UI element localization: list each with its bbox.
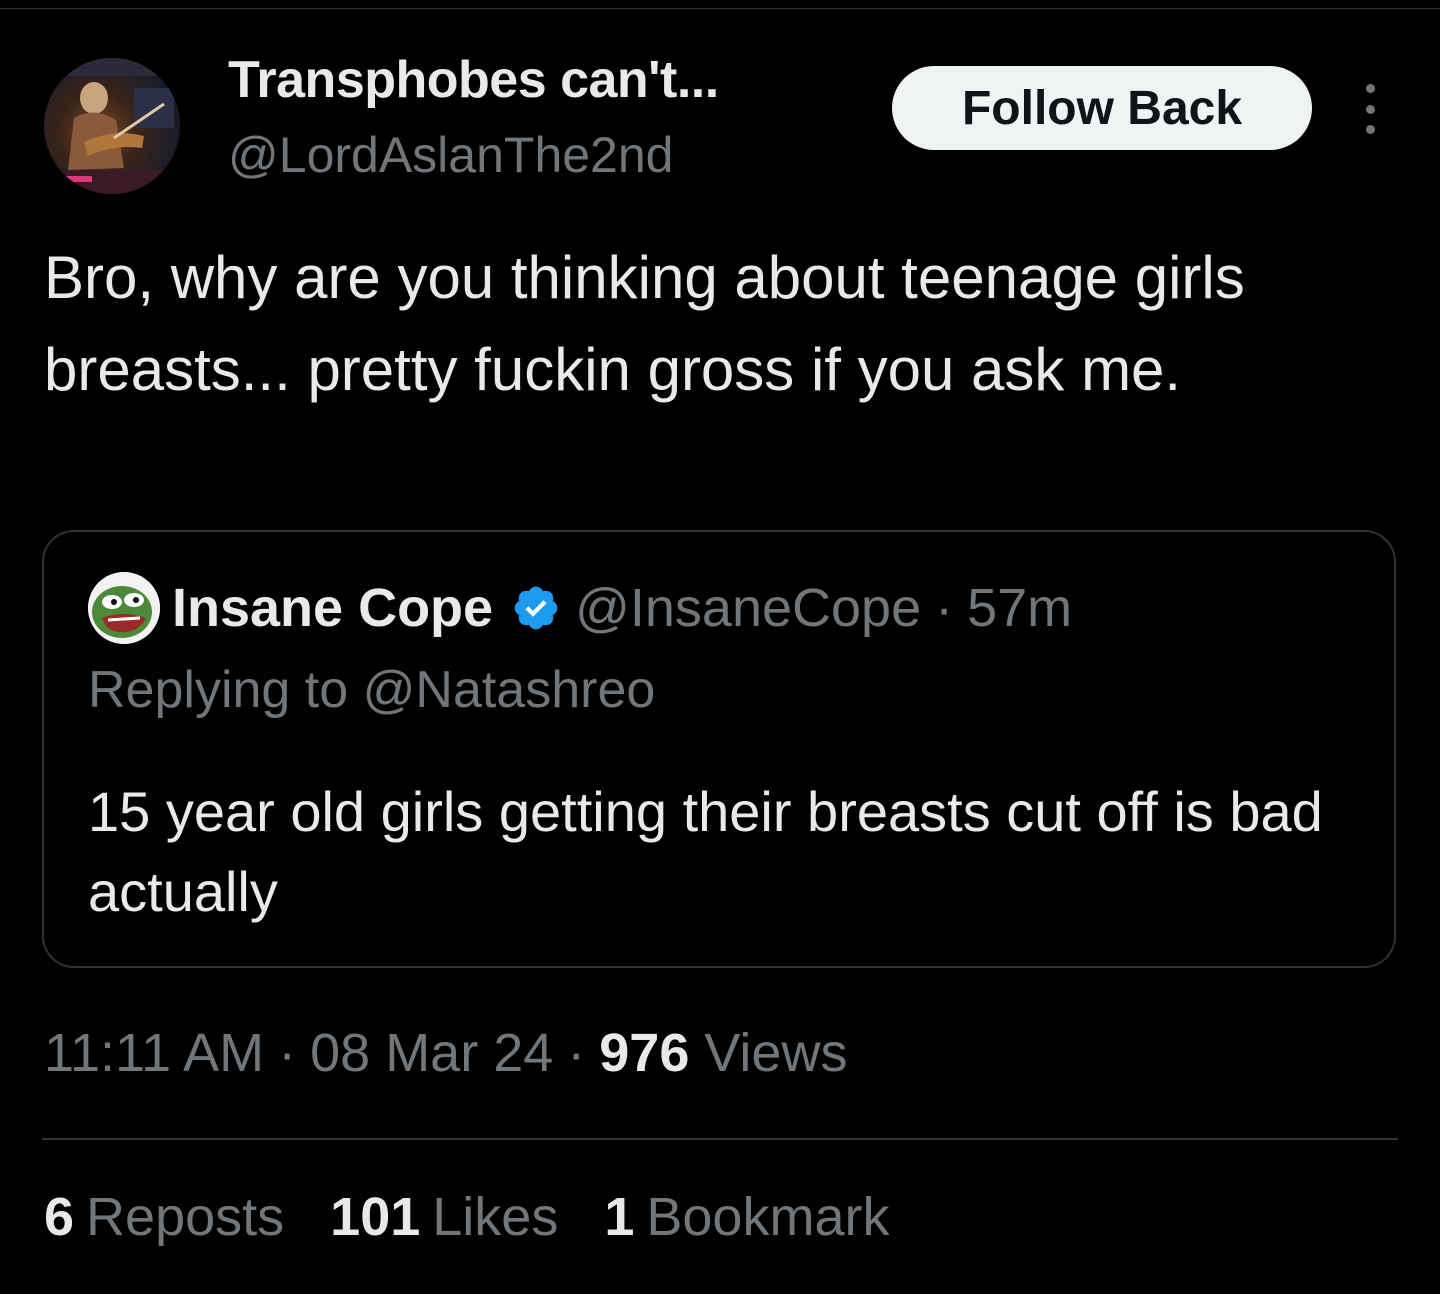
author-display-name[interactable]: Transphobes can't... — [228, 50, 719, 110]
quote-avatar[interactable] — [88, 572, 160, 644]
replying-to[interactable]: Replying to @Natashreo — [88, 660, 655, 720]
likes-label: Likes — [432, 1187, 559, 1247]
meta-separator: · — [278, 1023, 297, 1083]
engagement-stats: 6 Reposts 101 Likes 1 Bookmark — [44, 1186, 935, 1248]
reposts-label: Reposts — [86, 1187, 285, 1247]
likes-stat[interactable]: 101 Likes — [330, 1186, 558, 1248]
quote-header: Insane Cope @InsaneCope · 57m — [172, 572, 1072, 644]
views-label: Views — [704, 1023, 848, 1083]
quote-text: 15 year old girls getting their breasts … — [88, 780, 1323, 923]
author-avatar[interactable] — [44, 58, 180, 194]
reposts-stat[interactable]: 6 Reposts — [44, 1186, 284, 1248]
follow-back-button[interactable]: Follow Back — [892, 66, 1312, 150]
more-dot — [1365, 84, 1375, 93]
meta-separator: · — [567, 1023, 586, 1083]
tweet-time[interactable]: 11:11 AM — [44, 1023, 264, 1083]
reposts-count: 6 — [44, 1187, 75, 1247]
tweet-date[interactable]: 08 Mar 24 — [310, 1023, 553, 1083]
bookmarks-stat[interactable]: 1 Bookmark — [604, 1186, 889, 1248]
bookmarks-count: 1 — [604, 1187, 635, 1247]
quote-separator: · — [935, 578, 954, 638]
quote-timestamp[interactable]: 57m — [967, 577, 1072, 639]
quote-display-name[interactable]: Insane Cope — [172, 577, 493, 639]
more-options-icon[interactable] — [1352, 84, 1388, 134]
pepe-avatar-image — [88, 572, 160, 644]
tweet-text: Bro, why are you thinking about teenage … — [44, 244, 1245, 403]
quoted-tweet[interactable]: Insane Cope @InsaneCope · 57m Replying t… — [42, 530, 1396, 968]
likes-count: 101 — [330, 1187, 421, 1247]
more-dot — [1365, 104, 1375, 114]
bookmarks-label: Bookmark — [646, 1187, 890, 1247]
author-handle[interactable]: @LordAslanThe2nd — [228, 126, 673, 184]
more-dot — [1365, 125, 1375, 134]
avatar-image — [44, 58, 180, 194]
top-divider — [0, 8, 1440, 9]
stats-divider — [42, 1138, 1398, 1140]
verified-badge-icon — [514, 586, 558, 630]
quote-handle[interactable]: @InsaneCope — [575, 577, 921, 639]
views-count: 976 — [599, 1023, 690, 1083]
tweet-meta: 11:11 AM · 08 Mar 24 · 976 Views — [44, 1022, 847, 1084]
